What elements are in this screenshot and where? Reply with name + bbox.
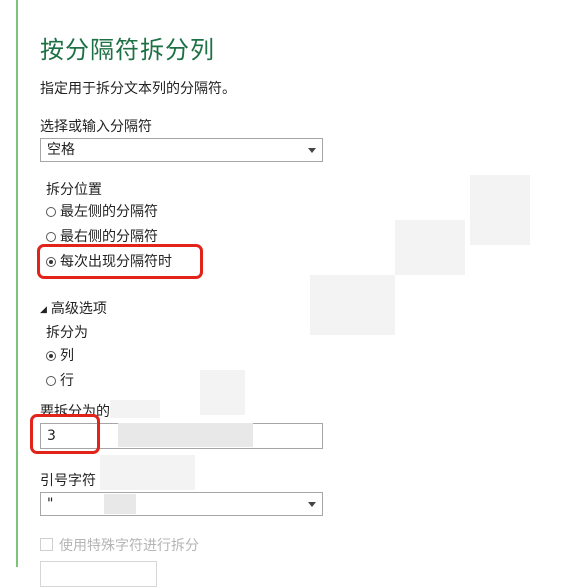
highlight-each-occurrence xyxy=(37,244,203,279)
dialog-title: 按分隔符拆分列 xyxy=(40,36,215,64)
advanced-options-toggle[interactable]: ◢ 高级选项 xyxy=(40,298,107,318)
radio-selected-icon xyxy=(46,351,56,361)
chevron-down-icon xyxy=(308,148,316,153)
quote-char-value: " xyxy=(47,496,54,512)
redaction-blur xyxy=(470,175,530,245)
radio-label: 行 xyxy=(60,373,74,389)
special-chars-input[interactable] xyxy=(40,561,157,587)
special-chars-label: 使用特殊字符进行拆分 xyxy=(59,538,199,554)
dialog-subtitle: 指定用于拆分文本列的分隔符。 xyxy=(40,81,236,97)
delimiter-select[interactable]: 空格 xyxy=(40,138,323,162)
checkbox-icon xyxy=(40,538,53,551)
redaction-blur xyxy=(110,400,160,418)
redaction-blur xyxy=(118,423,253,447)
radio-label: 最右侧的分隔符 xyxy=(60,229,158,245)
radio-split-columns[interactable]: 列 xyxy=(46,346,74,366)
delimiter-label: 选择或输入分隔符 xyxy=(40,119,152,135)
redaction-blur xyxy=(100,455,195,490)
highlight-column-count xyxy=(30,414,100,454)
chevron-down-icon xyxy=(308,502,316,507)
advanced-options-label: 高级选项 xyxy=(50,301,107,317)
quote-char-select[interactable]: " xyxy=(40,492,323,516)
split-position-label: 拆分位置 xyxy=(46,182,102,198)
radio-leftmost-delimiter[interactable]: 最左侧的分隔符 xyxy=(46,202,158,222)
window-edge-accent xyxy=(16,0,18,567)
delimiter-selected-value: 空格 xyxy=(47,142,75,158)
triangle-down-icon: ◢ xyxy=(40,305,47,315)
radio-icon xyxy=(46,207,56,217)
redaction-blur xyxy=(395,220,465,275)
radio-label: 最左侧的分隔符 xyxy=(60,204,158,220)
redaction-blur xyxy=(310,275,395,335)
radio-icon xyxy=(46,376,56,386)
redaction-blur xyxy=(104,494,136,514)
redaction-blur xyxy=(200,370,245,415)
split-into-label: 拆分为 xyxy=(46,325,88,341)
radio-icon xyxy=(46,232,56,242)
quote-char-label: 引号字符 xyxy=(40,473,96,489)
radio-label: 列 xyxy=(60,348,74,364)
radio-split-rows[interactable]: 行 xyxy=(46,371,74,391)
special-chars-checkbox[interactable]: 使用特殊字符进行拆分 xyxy=(40,535,199,555)
